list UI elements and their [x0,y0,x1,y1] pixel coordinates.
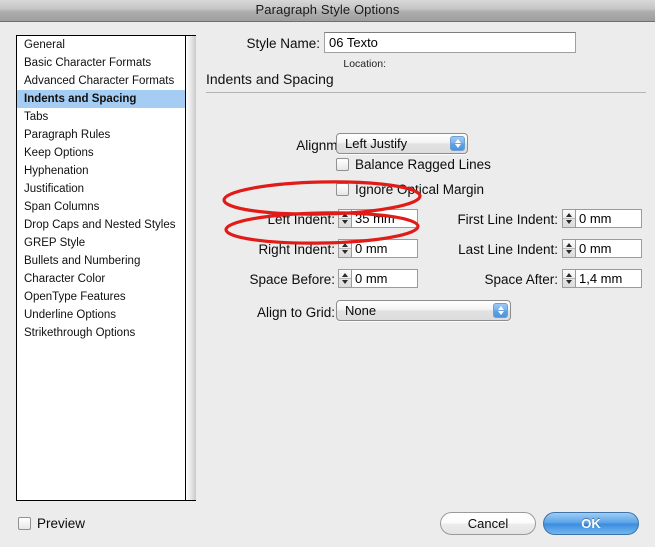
space-before-input[interactable] [352,269,418,288]
sidebar-item[interactable]: Hyphenation [17,162,185,180]
alignment-select[interactable]: Left Justify [336,133,468,154]
last-line-indent-input[interactable] [576,239,642,258]
space-before-stepper[interactable] [338,269,352,288]
sidebar-item[interactable]: GREP Style [17,234,185,252]
first-line-indent-label: First Line Indent: [457,212,558,227]
section-title: Indents and Spacing [206,71,334,87]
align-to-grid-label: Align to Grid: [256,305,335,320]
sidebar-item[interactable]: Basic Character Formats [17,54,185,72]
sidebar-item[interactable]: Bullets and Numbering [17,252,185,270]
ok-button[interactable]: OK [543,512,639,535]
sidebar-item[interactable]: Advanced Character Formats [17,72,185,90]
cancel-button[interactable]: Cancel [440,512,536,535]
location-label: Location: [343,58,386,70]
sidebar-item[interactable]: Span Columns [17,198,185,216]
space-after-label: Space After: [484,272,558,287]
preview-label: Preview [37,516,86,531]
dialog-body: General Basic Character Formats Advanced C… [0,22,655,547]
left-indent-stepper[interactable] [338,209,352,228]
chevron-updown-icon [493,303,508,318]
sidebar-item[interactable]: Keep Options [17,144,185,162]
sidebar-item[interactable]: Character Color [17,270,185,288]
balance-ragged-lines-row[interactable]: Balance Ragged Lines [336,157,491,172]
balance-ragged-lines-label: Balance Ragged Lines [355,157,491,172]
window-title: Paragraph Style Options [255,2,400,17]
last-line-indent-label: Last Line Indent: [458,242,558,257]
ignore-optical-margin-label: Ignore Optical Margin [355,182,485,197]
category-list-items: General Basic Character Formats Advanced C… [17,36,185,342]
paragraph-style-options-dialog: Paragraph Style Options General Basic Cha… [0,0,655,547]
checkbox-icon[interactable] [336,158,349,171]
sidebar-item[interactable]: Underline Options [17,306,185,324]
align-to-grid-select-value: None [345,303,377,318]
sidebar-item[interactable]: Indents and Spacing [17,90,185,108]
align-to-grid-select[interactable]: None [336,300,511,321]
sidebar-item[interactable]: Paragraph Rules [17,126,185,144]
style-name-label: Style Name: [246,36,320,51]
first-line-indent-input[interactable] [576,209,642,228]
style-name-input[interactable] [324,32,576,53]
category-list[interactable]: General Basic Character Formats Advanced C… [16,35,196,501]
left-indent-input[interactable] [352,209,418,228]
space-after-stepper[interactable] [562,269,576,288]
sidebar-item[interactable]: Justification [17,180,185,198]
alignment-select-value: Left Justify [345,136,408,151]
sidebar-item[interactable]: General [17,36,185,54]
right-indent-label: Right Indent: [258,242,335,257]
space-after-input[interactable] [576,269,642,288]
preview-row[interactable]: Preview [18,516,85,531]
sidebar-item[interactable]: OpenType Features [17,288,185,306]
first-line-indent-stepper[interactable] [562,209,576,228]
checkbox-icon[interactable] [18,517,31,530]
chevron-updown-icon [450,136,465,151]
left-indent-label: Left Indent: [267,212,335,227]
window-titlebar: Paragraph Style Options [0,0,655,22]
space-before-label: Space Before: [249,272,335,287]
right-indent-stepper[interactable] [338,239,352,258]
sidebar-item[interactable]: Strikethrough Options [17,324,185,342]
sidebar-item[interactable]: Tabs [17,108,185,126]
checkbox-icon[interactable] [336,183,349,196]
category-list-scrollbar[interactable] [185,36,196,500]
sidebar-item[interactable]: Drop Caps and Nested Styles [17,216,185,234]
right-indent-input[interactable] [352,239,418,258]
last-line-indent-stepper[interactable] [562,239,576,258]
section-divider [206,92,646,93]
settings-pane: Style Name: Location: Indents and Spacin… [200,22,655,547]
ignore-optical-margin-row[interactable]: Ignore Optical Margin [336,182,484,197]
